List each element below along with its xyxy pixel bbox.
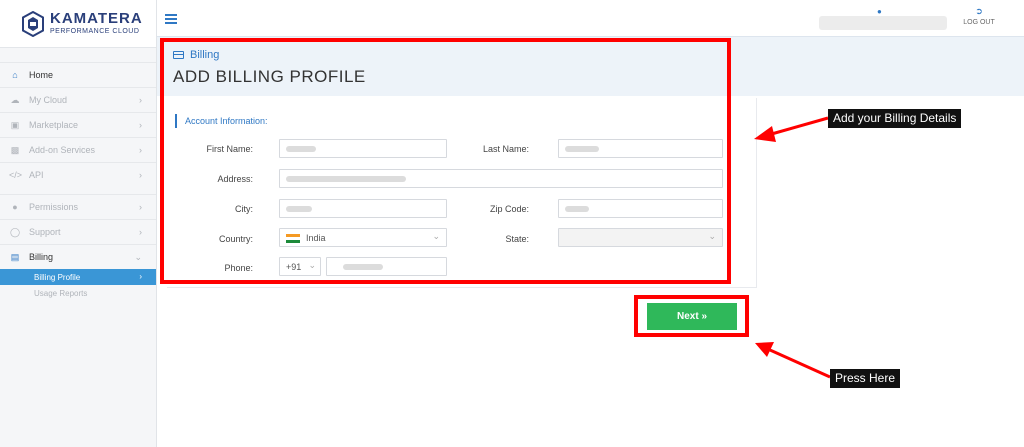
- press-here-callout: Press Here: [830, 369, 901, 388]
- billing-details-callout: Add your Billing Details: [828, 109, 962, 128]
